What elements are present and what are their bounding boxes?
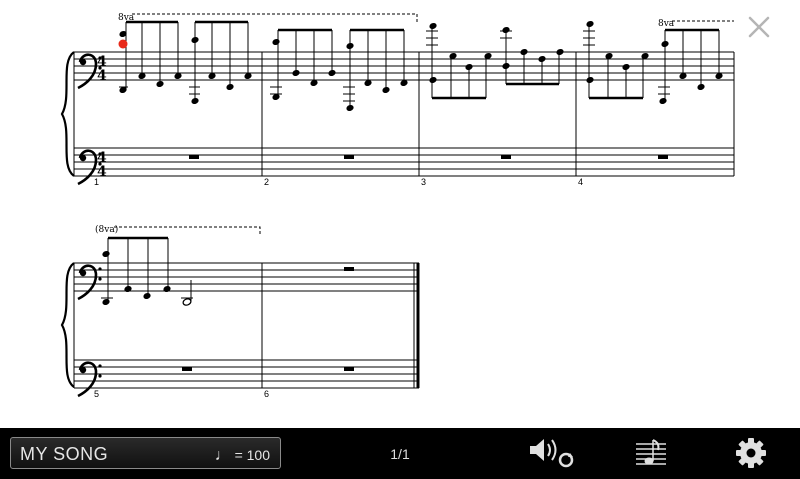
measure-number: 6 (264, 389, 269, 399)
close-button[interactable] (744, 12, 774, 42)
brace (60, 261, 76, 389)
measure-1-noteheads (118, 30, 253, 105)
measure-2-notes (270, 28, 405, 108)
score-settings-button[interactable] (634, 434, 668, 472)
brace (60, 50, 76, 178)
player-toolbar: MY SONG ♩ = 100 1/1 (0, 428, 800, 479)
settings-button[interactable] (734, 434, 768, 472)
song-selector-button[interactable]: MY SONG ♩ = 100 (10, 437, 281, 469)
staff-lower (74, 147, 734, 177)
measure-4-noteheads (585, 20, 724, 105)
tempo-note-symbol: ♩ (214, 447, 231, 464)
measure-4-notes (583, 24, 720, 102)
tempo-display: ♩ = 100 (215, 447, 270, 465)
playhead-marker (118, 39, 128, 49)
measure-numbers: 5 6 (94, 389, 269, 399)
measure-3-notes (426, 26, 560, 100)
volume-loop-button[interactable] (526, 434, 578, 472)
page-indicator: 1/1 (390, 446, 410, 462)
measure-number: 4 (578, 177, 583, 187)
system-2: (8va) 5 6 (60, 224, 420, 399)
gear-icon (736, 438, 766, 468)
measure-number: 2 (264, 177, 269, 187)
tempo-value: = 100 (234, 447, 270, 463)
time-signature: 44 44 (97, 54, 107, 180)
measure-numbers: 1 2 3 4 (94, 177, 583, 187)
close-icon (748, 16, 770, 38)
system-1: 44 44 8va 8va 1 2 3 4 (60, 13, 735, 187)
measure-2-noteheads (271, 38, 409, 112)
score-icon (636, 439, 666, 465)
speaker-loop-icon (530, 439, 574, 468)
measure-5-noteheads (101, 250, 192, 306)
measure-number: 1 (94, 177, 99, 187)
staff-upper (74, 262, 419, 292)
measure-number: 5 (94, 389, 99, 399)
staff-lower (74, 359, 419, 389)
measure-number: 3 (421, 177, 426, 187)
octave-mark: (8va) (95, 224, 118, 235)
svg-text:4: 4 (97, 68, 107, 84)
song-name: MY SONG (20, 444, 109, 464)
rests (182, 267, 354, 371)
score-view: 44 44 8va 8va 1 2 3 4 (8va) 5 6 (60, 13, 735, 399)
rests (189, 155, 668, 159)
bass-clef-icon (76, 264, 103, 301)
measure-3-noteheads (428, 22, 565, 84)
